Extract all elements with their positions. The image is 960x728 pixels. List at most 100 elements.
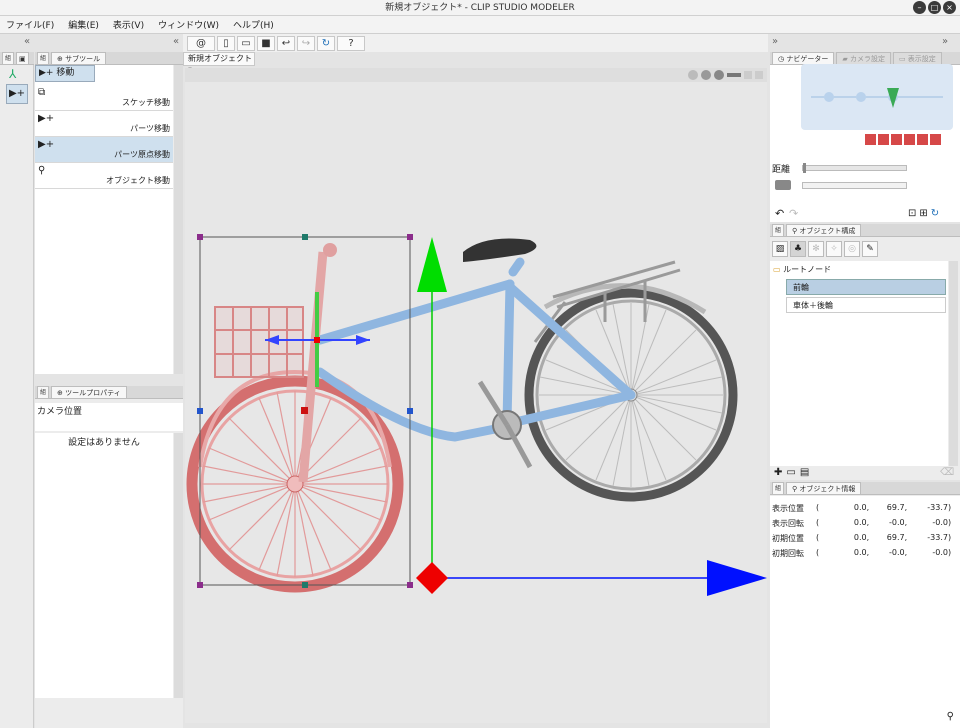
- secondary-slider[interactable]: [802, 182, 907, 189]
- menu-edit[interactable]: 編集(E): [68, 18, 99, 31]
- gear-icon[interactable]: ✻: [808, 241, 824, 257]
- gizmo-y-arrow[interactable]: [417, 237, 447, 292]
- brush-icon[interactable]: ✎: [862, 241, 878, 257]
- subtool-tab[interactable]: ⊕ サブツール: [51, 52, 107, 64]
- toolbox-icon[interactable]: ▣: [16, 52, 29, 64]
- reset-view-icon[interactable]: ↻: [931, 208, 939, 219]
- subtool-group-tab[interactable]: 組: [37, 52, 50, 64]
- menu-file[interactable]: ファイル(F): [6, 18, 54, 31]
- joint-icon[interactable]: ✧: [826, 241, 842, 257]
- save-icon[interactable]: ■: [257, 35, 275, 51]
- refresh-icon[interactable]: ↻: [317, 35, 335, 51]
- fit-all-icon[interactable]: ⊞: [919, 208, 927, 219]
- viewport-shading-icon[interactable]: [701, 70, 711, 80]
- right-panel-collapse-icon[interactable]: »: [942, 36, 948, 47]
- menu-view[interactable]: 表示(V): [113, 18, 144, 31]
- bbox-handle[interactable]: [407, 234, 413, 240]
- camera-icon[interactable]: ◎: [844, 241, 860, 257]
- title-bar: 新規オブジェクト* - CLIP STUDIO MODELER: [0, 0, 960, 16]
- view-top-icon[interactable]: [917, 134, 928, 145]
- bbox-handle[interactable]: [407, 582, 413, 588]
- trash-icon[interactable]: ⌫: [940, 467, 954, 478]
- open-file-icon[interactable]: ▭: [237, 35, 255, 51]
- fit-selection-icon[interactable]: ⊡: [908, 208, 916, 219]
- view-back-icon[interactable]: [878, 134, 889, 145]
- bbox-handle[interactable]: [197, 234, 203, 240]
- viewport-mode-icon[interactable]: [688, 70, 698, 80]
- object-structure-tab[interactable]: ⚲ オブジェクト構成: [786, 224, 862, 236]
- new-file-icon[interactable]: ▯: [217, 35, 235, 51]
- tree-root-node[interactable]: ▭ ルートノード: [773, 262, 831, 278]
- bbox-center-handle[interactable]: [301, 407, 308, 414]
- right-collapse-icon[interactable]: »: [772, 36, 778, 47]
- object-structure-group-tab[interactable]: 組: [772, 224, 785, 236]
- viewport-ruler-icon[interactable]: [727, 73, 741, 77]
- left-collapse-icon[interactable]: «: [24, 36, 30, 47]
- undo-icon[interactable]: ↩: [277, 35, 295, 51]
- distance-slider[interactable]: [802, 163, 907, 173]
- subtool-object-move[interactable]: ⚲ オブジェクト移動: [35, 163, 173, 189]
- tool-group-tab[interactable]: 組: [2, 52, 15, 64]
- bbox-handle[interactable]: [197, 582, 203, 588]
- object-move-icon: ⚲: [38, 165, 46, 176]
- nav-redo-icon[interactable]: ↷: [789, 207, 798, 220]
- left-panel-collapse-icon[interactable]: «: [173, 36, 179, 47]
- viewport-maximize-icon[interactable]: [755, 71, 763, 79]
- bbox-handle[interactable]: [407, 408, 413, 414]
- tool-property-tab-label: ツールプロパティ: [65, 389, 121, 397]
- object-tree-scrollbar[interactable]: [949, 261, 958, 466]
- gizmo-origin[interactable]: [416, 562, 448, 594]
- move-tool-icon[interactable]: ▶+: [6, 84, 28, 104]
- navigator-tab[interactable]: ◷ ナビゲーター: [772, 52, 835, 64]
- parts-move-icon: ▶+: [38, 113, 55, 124]
- close-button[interactable]: ×: [943, 1, 956, 14]
- info-y: 69.7,: [886, 533, 908, 542]
- camera-settings-tab[interactable]: ▰ カメラ設定: [836, 52, 891, 64]
- tree-item-front-wheel[interactable]: 前輪: [786, 279, 946, 295]
- viewport-minimize-icon[interactable]: [744, 71, 752, 79]
- object-info-tab[interactable]: ⚲ オブジェクト情報: [786, 482, 862, 494]
- bbox-handle[interactable]: [302, 234, 308, 240]
- view-right-icon[interactable]: [904, 134, 915, 145]
- info-z: -33.7): [927, 533, 952, 542]
- menu-bar: ファイル(F) 編集(E) 表示(V) ウィンドウ(W) ヘルプ(H): [0, 16, 960, 34]
- display-settings-tab[interactable]: ▭ 表示設定: [892, 52, 942, 64]
- maximize-button[interactable]: □: [928, 1, 941, 14]
- add-icon[interactable]: ✚: [774, 467, 782, 478]
- menu-help[interactable]: ヘルプ(H): [233, 18, 274, 31]
- bbox-handle[interactable]: [197, 408, 203, 414]
- nav-undo-icon[interactable]: ↶: [775, 207, 784, 220]
- help-icon[interactable]: ?: [337, 35, 365, 51]
- subtool-scrollbar[interactable]: [174, 65, 183, 374]
- view-front-icon[interactable]: [865, 134, 876, 145]
- tool-property-tab[interactable]: ⊕ ツールプロパティ: [51, 386, 127, 398]
- view-bottom-icon[interactable]: [930, 134, 941, 145]
- document-tab[interactable]: 新規オブジェクト* ●: [183, 52, 255, 75]
- navigator-preview[interactable]: [801, 64, 953, 130]
- object-info-group-tab[interactable]: 組: [772, 482, 785, 494]
- viewport-light-icon[interactable]: [714, 70, 724, 80]
- subtool-parts-origin-move[interactable]: ▶+ パーツ原点移動: [35, 137, 173, 163]
- subtool-parts-move[interactable]: ▶+ パーツ移動: [35, 111, 173, 137]
- bbox-handle[interactable]: [302, 582, 308, 588]
- tool-property-group-tab[interactable]: 組: [37, 386, 50, 398]
- swirl-icon[interactable]: @: [187, 35, 215, 51]
- image-layer-icon[interactable]: ▨: [772, 241, 788, 257]
- gizmo-x-arrow[interactable]: [707, 560, 767, 596]
- object-info-body: [770, 496, 960, 728]
- subtool-sketch-move[interactable]: ⧉ スケッチ移動: [35, 85, 173, 111]
- tool-property-scrollbar[interactable]: [174, 433, 183, 698]
- menu-window[interactable]: ウィンドウ(W): [158, 18, 219, 31]
- import-icon[interactable]: ▤: [800, 467, 809, 478]
- tree-icon[interactable]: ♣: [790, 241, 806, 257]
- subtool-group-move[interactable]: ▶+ 移動: [35, 65, 95, 82]
- distance-slider-thumb[interactable]: [803, 163, 806, 173]
- tree-item-body-rear-wheel[interactable]: 車体＋後輪: [786, 297, 946, 313]
- info-z: -0.0): [932, 518, 952, 527]
- new-folder-icon[interactable]: ▭: [786, 467, 795, 478]
- info-x: 0.0,: [853, 548, 870, 557]
- minimize-button[interactable]: –: [913, 1, 926, 14]
- redo-icon[interactable]: ↪: [297, 35, 315, 51]
- axis-tool-icon[interactable]: ⅄: [9, 67, 16, 81]
- view-left-icon[interactable]: [891, 134, 902, 145]
